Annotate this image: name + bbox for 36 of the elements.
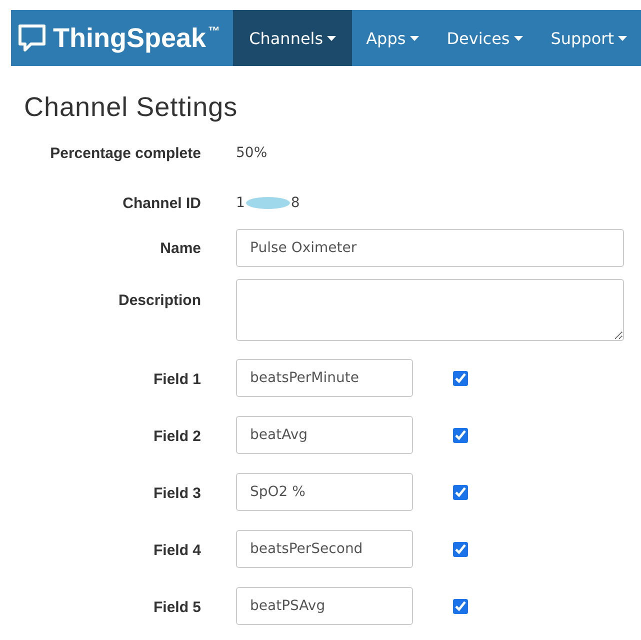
nav-menu-item[interactable]: Support	[536, 10, 641, 66]
field-name-input[interactable]: beatsPerMinute	[236, 359, 413, 397]
channel-id-end: 8	[290, 195, 300, 211]
page-title: Channel Settings	[24, 92, 239, 123]
field-checkbox[interactable]	[453, 598, 468, 614]
trademark-sign: ™	[208, 24, 220, 38]
brand-logo-text[interactable]: ThingSpeak	[53, 22, 206, 54]
field-name-input[interactable]: SpO2 %	[236, 473, 413, 511]
percentage-value: 50%	[236, 145, 268, 161]
channel-id-start: 1	[236, 195, 245, 211]
caret-icon	[618, 36, 627, 40]
chat-bubble-icon	[17, 23, 47, 53]
field-label: Field 2	[152, 427, 201, 445]
field-label: Field 5	[152, 598, 201, 616]
field-label: Field 1	[152, 370, 201, 388]
field-name-input[interactable]: beatsPerSecond	[236, 530, 413, 568]
redaction-scribble	[244, 196, 291, 210]
field-checkbox[interactable]	[453, 542, 468, 556]
field-name-input[interactable]: beatPSAvg	[236, 587, 413, 625]
field-label: Description	[117, 291, 201, 309]
field-label: Name	[159, 240, 201, 256]
field-label: Channel ID	[122, 194, 201, 212]
caret-icon	[410, 36, 419, 40]
caret-icon	[327, 36, 336, 40]
caret-icon	[514, 36, 523, 40]
field-checkbox[interactable]	[453, 428, 468, 442]
field-label: Percentage complete	[49, 144, 201, 162]
nav-menu-item[interactable]: Devices	[432, 10, 537, 66]
field-label: Field 3	[152, 484, 201, 502]
field-label: Field 4	[152, 541, 201, 559]
field-checkbox[interactable]	[453, 370, 468, 386]
field-checkbox[interactable]	[453, 484, 468, 500]
nav-menu-item[interactable]: Apps	[352, 10, 433, 66]
nav-menu-item[interactable]: Channels	[233, 10, 352, 66]
name-input[interactable]: Pulse Oximeter	[236, 229, 624, 267]
field-name-input[interactable]: beatAvg	[236, 416, 413, 454]
